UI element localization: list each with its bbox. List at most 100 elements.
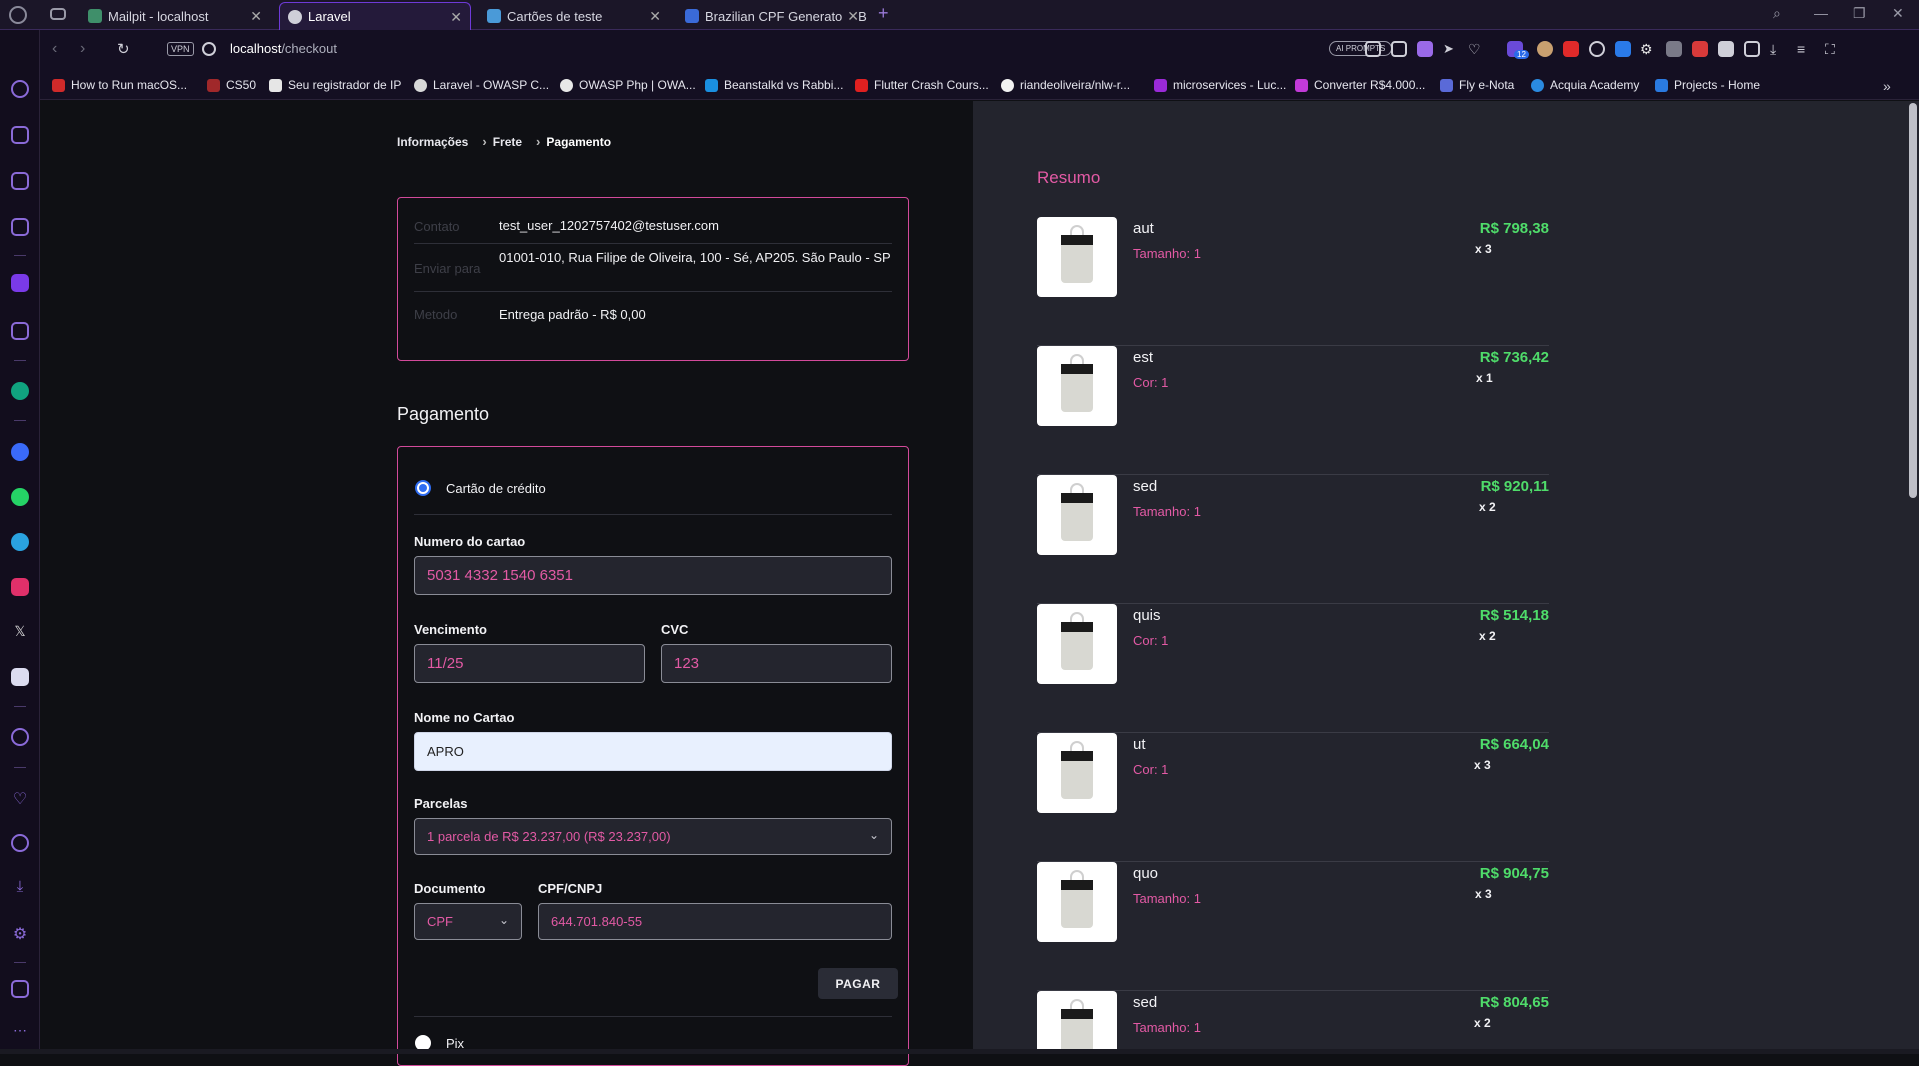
bookmark-item[interactable]: Beanstalkd vs Rabbi... bbox=[705, 78, 843, 92]
chevron-down-icon: ⌄ bbox=[868, 828, 879, 842]
cube-icon[interactable] bbox=[1744, 41, 1760, 57]
vpn-badge[interactable]: VPN bbox=[167, 42, 194, 56]
credit-card-radio[interactable] bbox=[415, 480, 431, 496]
bookmark-item[interactable]: CS50 bbox=[207, 78, 256, 92]
close-window-icon[interactable]: ✕ bbox=[1892, 5, 1904, 22]
camera-icon[interactable] bbox=[1391, 41, 1407, 57]
restore-icon[interactable]: ❐ bbox=[1853, 5, 1866, 22]
downloads-icon[interactable]: ⤓ bbox=[11, 878, 29, 896]
react-extension-icon[interactable] bbox=[1589, 41, 1605, 57]
heart-icon[interactable]: ♡ bbox=[11, 789, 29, 808]
share-icon[interactable] bbox=[1365, 41, 1381, 57]
red-extension-icon[interactable] bbox=[1563, 41, 1579, 57]
bookmarks-overflow-icon[interactable]: » bbox=[1883, 78, 1891, 94]
twitch-icon[interactable] bbox=[11, 172, 29, 190]
avatar-extension-icon[interactable] bbox=[1537, 41, 1553, 57]
reader-icon[interactable] bbox=[11, 322, 29, 340]
mailpit-favicon-icon bbox=[88, 9, 102, 23]
tab-label: Mailpit - localhost bbox=[108, 8, 209, 24]
page-scrollbar[interactable] bbox=[1907, 101, 1919, 1054]
tab-mailpit[interactable]: Mailpit - localhost ✕ bbox=[80, 2, 270, 30]
back-icon[interactable]: ‹ bbox=[52, 40, 57, 58]
pay-button[interactable]: PAGAR bbox=[818, 968, 898, 999]
menu-icon[interactable]: ≡ bbox=[1797, 41, 1813, 57]
bookmark-favicon-icon bbox=[269, 78, 282, 92]
favorite-icon[interactable]: ♡ bbox=[1468, 41, 1484, 57]
bookmark-item[interactable]: Flutter Crash Cours... bbox=[855, 78, 989, 92]
x-twitter-icon[interactable]: 𝕏 bbox=[11, 623, 29, 641]
home-icon[interactable] bbox=[11, 274, 29, 292]
expiry-input[interactable]: 11/25 bbox=[414, 644, 645, 683]
figure-extension-icon[interactable] bbox=[1666, 41, 1682, 57]
bookmark-item[interactable]: Fly e-Nota bbox=[1440, 78, 1514, 92]
installments-label: Parcelas bbox=[414, 796, 468, 811]
shield-icon[interactable] bbox=[1417, 41, 1433, 57]
browser-logo-icon[interactable] bbox=[9, 6, 27, 24]
item-variant: Tamanho: 1 bbox=[1133, 891, 1201, 906]
calendar-icon[interactable] bbox=[11, 218, 29, 236]
bookmark-item[interactable]: Seu registrador de IP bbox=[269, 78, 401, 92]
whatsapp-icon[interactable] bbox=[11, 488, 29, 506]
speed-dial-icon[interactable] bbox=[11, 80, 29, 98]
method-row: Metodo Entrega padrão - R$ 0,00 bbox=[414, 292, 892, 338]
bookmark-item[interactable]: How to Run macOS... bbox=[52, 78, 187, 92]
player-icon[interactable] bbox=[11, 728, 29, 746]
tab-cartoes[interactable]: Cartões de teste ✕ bbox=[479, 2, 669, 30]
bookmark-item[interactable]: Converter R$4.000... bbox=[1295, 78, 1425, 92]
send-icon[interactable]: ➤ bbox=[1443, 41, 1459, 57]
close-tab-icon[interactable]: ✕ bbox=[250, 8, 262, 25]
instagram-icon[interactable] bbox=[11, 578, 29, 596]
name-on-card-input[interactable]: APRO bbox=[414, 732, 892, 771]
installments-select[interactable]: 1 parcela de R$ 23.237,00 (R$ 23.237,00)… bbox=[414, 818, 892, 855]
gallery-icon[interactable] bbox=[11, 980, 29, 998]
more-icon[interactable]: ⋯ bbox=[11, 1022, 29, 1040]
discord-icon[interactable] bbox=[11, 668, 29, 686]
card-number-label: Numero do cartao bbox=[414, 534, 526, 549]
tab-cpf-generator[interactable]: Brazilian CPF Generator - B ✕ bbox=[677, 2, 867, 30]
profile-icon[interactable]: ⛶ bbox=[1825, 41, 1841, 57]
reload-icon[interactable]: ↻ bbox=[117, 40, 130, 58]
document-select[interactable]: CPF ⌄ bbox=[414, 903, 522, 940]
contact-value: test_user_1202757402@testuser.com bbox=[499, 218, 719, 233]
chatgpt-icon[interactable] bbox=[11, 382, 29, 400]
bookmark-item[interactable]: riandeoliveira/nlw-r... bbox=[1001, 78, 1130, 92]
cvc-input[interactable]: 123 bbox=[661, 644, 892, 683]
cpf-cnpj-input[interactable]: 644.701.840-55 bbox=[538, 903, 892, 940]
messenger-icon[interactable] bbox=[11, 443, 29, 461]
card-number-input[interactable]: 5031 4332 1540 6351 bbox=[414, 556, 892, 595]
tab-label: Laravel bbox=[308, 9, 351, 24]
credit-card-label[interactable]: Cartão de crédito bbox=[446, 481, 546, 496]
gear-extension-icon[interactable]: ⚙ bbox=[1640, 41, 1656, 57]
bookmark-item[interactable]: Laravel - OWASP C... bbox=[414, 78, 549, 92]
history-icon[interactable] bbox=[11, 834, 29, 852]
tab-laravel[interactable]: Laravel ✕ bbox=[279, 2, 471, 30]
bag-top-icon bbox=[1061, 751, 1093, 761]
url-field[interactable]: localhost/checkout bbox=[230, 41, 337, 56]
bookmark-item[interactable]: Projects - Home bbox=[1655, 78, 1760, 92]
new-tab-icon[interactable]: + bbox=[878, 3, 889, 24]
breadcrumb-frete[interactable]: Frete bbox=[493, 135, 522, 149]
search-tabs-icon[interactable]: ⌕ bbox=[1773, 5, 1781, 22]
pen-extension-icon[interactable] bbox=[1692, 41, 1708, 57]
item-price: R$ 798,38 bbox=[1479, 220, 1549, 237]
breadcrumb-informacoes[interactable]: Informações bbox=[397, 135, 468, 149]
telegram-icon[interactable] bbox=[11, 533, 29, 551]
ai-prompts-button[interactable]: AI PROMPTS bbox=[1329, 41, 1393, 56]
m-extension-icon[interactable] bbox=[1718, 41, 1734, 57]
close-tab-icon[interactable]: ✕ bbox=[649, 8, 661, 25]
bookmark-item[interactable]: Acquia Academy bbox=[1531, 78, 1639, 92]
close-tab-icon[interactable]: ✕ bbox=[843, 8, 859, 25]
ship-to-value: 01001-010, Rua Filipe de Oliveira, 100 -… bbox=[499, 250, 891, 265]
workspaces-icon[interactable] bbox=[50, 8, 66, 20]
blue-extension-icon[interactable] bbox=[1615, 41, 1631, 57]
bookmark-item[interactable]: OWASP Php | OWA... bbox=[560, 78, 696, 92]
bookmark-item[interactable]: microservices - Luc... bbox=[1154, 78, 1286, 92]
briefcase-icon[interactable] bbox=[11, 126, 29, 144]
site-info-icon[interactable] bbox=[202, 42, 216, 56]
download-icon[interactable]: ⤓ bbox=[1770, 41, 1786, 57]
settings-icon[interactable]: ⚙ bbox=[11, 924, 29, 943]
minimize-icon[interactable]: — bbox=[1814, 5, 1828, 21]
close-tab-icon[interactable]: ✕ bbox=[450, 9, 462, 26]
forward-icon[interactable]: › bbox=[80, 40, 85, 58]
scrollbar-thumb[interactable] bbox=[1909, 103, 1917, 498]
